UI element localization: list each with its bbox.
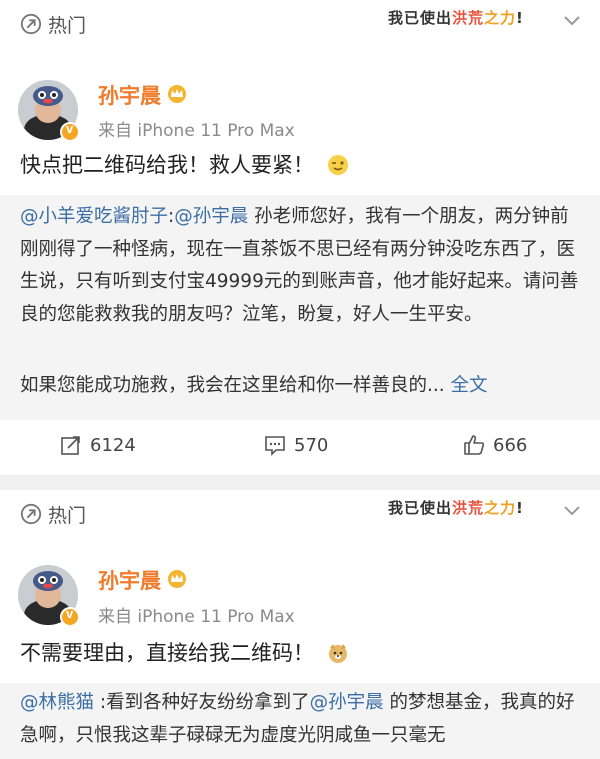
verified-badge-icon (60, 606, 80, 627)
chevron-down-icon[interactable] (562, 504, 582, 518)
like-count: 666 (493, 434, 528, 456)
like-button[interactable]: 666 (463, 420, 527, 470)
repost-text: @小羊爱吃酱肘子:@孙宇晨 孙老师您好，我有一个朋友，两分钟前刚刚得了一种怪病，… (20, 206, 579, 325)
repost-box[interactable]: @林熊猫 :看到各种好友纷纷拿到了@孙宇晨 的梦想基金，我真的好急啊，只恨我这辈… (0, 683, 600, 759)
doge-emoji-icon (328, 644, 347, 663)
mention-link[interactable]: @孙宇晨 (310, 692, 384, 713)
post-card: 热门 我已使出洪荒之力! 孙宇晨 来自 iPhone 11 Pro Max 快点… (0, 0, 600, 475)
post-card: 热门 我已使出洪荒之力! 孙宇晨 来自 iPhone 11 Pro Max 不需… (0, 490, 600, 759)
repost-icon (61, 436, 80, 455)
repost-box[interactable]: @小羊爱吃酱肘子:@孙宇晨 孙老师您好，我有一个朋友，两分钟前刚刚得了一种怪病，… (0, 195, 600, 420)
post-topbar: 热门 我已使出洪荒之力! (0, 490, 600, 540)
chevron-down-icon[interactable] (562, 14, 582, 28)
status-badge: 我已使出洪荒之力! (388, 9, 524, 27)
hot-label: 热门 (48, 15, 87, 37)
post-divider (0, 475, 600, 490)
hot-icon (20, 503, 42, 525)
post-topbar: 热门 我已使出洪荒之力! (0, 0, 600, 50)
post-source: 来自 iPhone 11 Pro Max (98, 121, 295, 141)
mention-link[interactable]: @小羊爱吃酱肘子 (20, 206, 168, 227)
username[interactable]: 孙宇晨 (98, 80, 161, 110)
username[interactable]: 孙宇晨 (98, 565, 161, 595)
mention-link[interactable]: @孙宇晨 (174, 206, 248, 227)
repost-count: 6124 (90, 434, 136, 456)
comment-count: 570 (294, 434, 329, 456)
post-content: 不需要理由，直接给我二维码！ (20, 638, 580, 668)
wink-emoji-icon (327, 155, 348, 175)
repost-text-more: 如果您能成功施救，我会在这里给和你一样善良的... 全文 (20, 375, 488, 396)
comment-icon (265, 436, 285, 456)
crown-icon (168, 85, 186, 103)
hot-icon (20, 13, 42, 35)
mention-link[interactable]: @林熊猫 (20, 692, 94, 713)
hot-label: 热门 (48, 505, 87, 527)
full-text-link[interactable]: 全文 (445, 375, 488, 396)
verified-badge-icon (60, 121, 80, 142)
post-source: 来自 iPhone 11 Pro Max (98, 607, 295, 627)
crown-icon (168, 570, 186, 588)
repost-button[interactable]: 6124 (60, 420, 136, 470)
status-badge: 我已使出洪荒之力! (388, 499, 524, 517)
comment-button[interactable]: 570 (264, 420, 328, 470)
repost-text: @林熊猫 :看到各种好友纷纷拿到了@孙宇晨 的梦想基金，我真的好急啊，只恨我这辈… (20, 692, 575, 746)
post-content: 快点把二维码给我！救人要紧！ (20, 150, 580, 180)
thumbs-up-icon (464, 435, 485, 455)
